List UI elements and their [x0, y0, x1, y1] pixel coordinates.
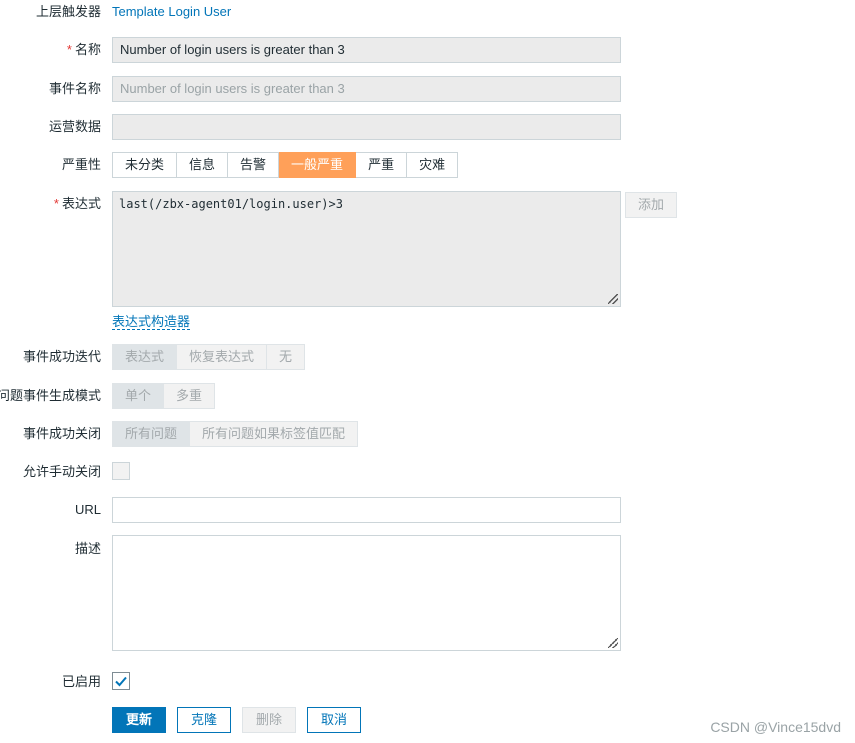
url-input[interactable] [112, 497, 621, 523]
clone-button[interactable]: 克隆 [177, 707, 231, 733]
severity-information[interactable]: 信息 [177, 152, 229, 178]
problem-mode-multiple-option[interactable]: 多重 [164, 383, 216, 409]
event-name-placeholder: Number of login users is greater than 3 [120, 81, 345, 96]
delete-button[interactable]: 删除 [242, 707, 296, 733]
name-input[interactable]: Number of login users is greater than 3 [112, 37, 621, 63]
problem-event-mode-label: 问题事件生成模式 [0, 388, 101, 403]
expression-constructor-link[interactable]: 表达式构造器 [112, 314, 191, 330]
resize-grip-icon[interactable] [608, 294, 618, 304]
severity-warning[interactable]: 告警 [228, 152, 280, 178]
expression-value: last(/zbx-agent01/login.user)>3 [119, 197, 343, 211]
enabled-label: 已启用 [61, 674, 101, 689]
required-marker: * [66, 42, 72, 57]
ok-event-none-option[interactable]: 无 [267, 344, 306, 370]
closes-all-problems-option[interactable]: 所有问题 [112, 421, 191, 447]
name-input-value: Number of login users is greater than 3 [120, 42, 345, 57]
expression-label-text: 表达式 [61, 196, 101, 211]
severity-label: 严重性 [61, 157, 101, 172]
cancel-button[interactable]: 取消 [307, 707, 361, 733]
expression-add-button[interactable]: 添加 [625, 192, 678, 218]
severity-selector: 未分类 信息 告警 一般严重 严重 灾难 [112, 152, 459, 178]
problem-event-mode-selector: 单个 多重 [112, 383, 216, 409]
ok-event-expression-option[interactable]: 表达式 [112, 344, 178, 370]
event-name-input[interactable]: Number of login users is greater than 3 [112, 76, 621, 102]
severity-not-classified[interactable]: 未分类 [112, 152, 178, 178]
severity-disaster[interactable]: 灾难 [407, 152, 459, 178]
ok-event-closes-label: 事件成功关闭 [22, 426, 101, 441]
operational-data-label: 运营数据 [48, 119, 101, 134]
ok-event-generation-selector: 表达式 恢复表达式 无 [112, 344, 306, 370]
ok-event-generation-label: 事件成功迭代 [22, 349, 101, 364]
severity-high[interactable]: 严重 [356, 152, 408, 178]
problem-mode-single-option[interactable]: 单个 [112, 383, 165, 409]
watermark: CSDN @Vince15dvd [710, 719, 841, 735]
resize-grip-icon[interactable] [608, 638, 618, 648]
event-name-label: 事件名称 [48, 81, 101, 96]
allow-manual-close-checkbox[interactable] [112, 462, 130, 480]
parent-trigger-link[interactable]: Template Login User [112, 4, 231, 19]
description-label: 描述 [74, 541, 101, 556]
severity-average[interactable]: 一般严重 [279, 152, 357, 178]
allow-manual-close-label: 允许手动关闭 [22, 464, 101, 479]
expression-label: * 表达式 [54, 196, 101, 212]
checkmark-icon [115, 676, 127, 687]
url-label: URL [74, 502, 101, 517]
parent-trigger-label: 上层触发器 [35, 4, 101, 19]
closes-tag-match-option[interactable]: 所有问题如果标签值匹配 [190, 421, 359, 447]
operational-data-input[interactable] [112, 114, 621, 140]
name-label: * 名称 [67, 42, 101, 58]
expression-textarea[interactable]: last(/zbx-agent01/login.user)>3 [112, 191, 621, 307]
required-marker: * [53, 196, 59, 211]
ok-event-closes-selector: 所有问题 所有问题如果标签值匹配 [112, 421, 359, 447]
name-label-text: 名称 [74, 42, 101, 57]
description-textarea[interactable] [112, 535, 621, 651]
ok-event-recovery-expression-option[interactable]: 恢复表达式 [177, 344, 268, 370]
enabled-checkbox[interactable] [112, 672, 130, 690]
update-button[interactable]: 更新 [112, 707, 166, 733]
